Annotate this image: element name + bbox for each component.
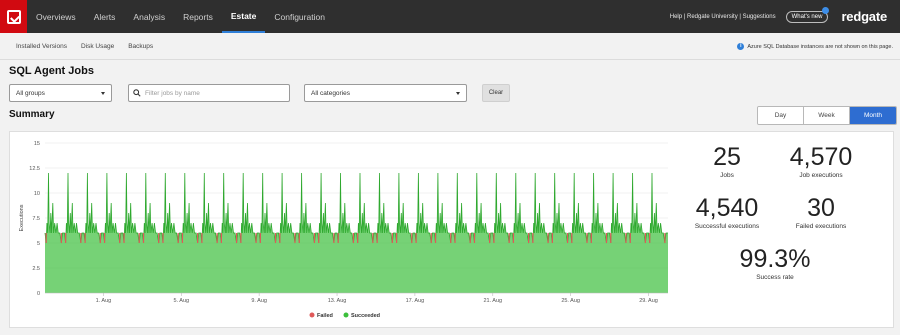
group-select-value: All groups bbox=[16, 89, 45, 97]
job-search-input[interactable] bbox=[145, 89, 285, 97]
y-tick-label: 5 bbox=[37, 241, 40, 247]
whats-new-button[interactable]: What's new bbox=[785, 6, 830, 23]
x-tick-label: 13. Aug bbox=[328, 298, 347, 304]
group-select[interactable]: All groups bbox=[9, 84, 112, 102]
nav-estate[interactable]: Estate bbox=[221, 0, 266, 33]
y-tick-label: 12.5 bbox=[29, 166, 40, 172]
nav-configuration[interactable]: Configuration bbox=[265, 0, 334, 33]
x-tick-label: 25. Aug bbox=[561, 298, 580, 304]
legend-succeeded-marker bbox=[343, 312, 349, 318]
monitor-icon bbox=[6, 9, 21, 24]
nav-alerts[interactable]: Alerts bbox=[85, 0, 125, 33]
stat-jobs-value: 25 bbox=[713, 143, 741, 171]
stat-failed-value: 30 bbox=[807, 194, 835, 222]
x-tick-label: 29. Aug bbox=[639, 298, 658, 304]
range-week-button[interactable]: Week bbox=[804, 107, 850, 124]
top-navigation-bar: Overviews Alerts Analysis Reports Estate… bbox=[0, 0, 900, 33]
stat-failed: 30 Failed executions bbox=[771, 194, 871, 231]
chevron-down-icon bbox=[101, 92, 105, 95]
category-select-value: All categories bbox=[311, 89, 351, 97]
x-tick-label: 21. Aug bbox=[483, 298, 502, 304]
x-tick-label: 9. Aug bbox=[251, 298, 267, 304]
legend-failed-label: Failed bbox=[317, 313, 333, 319]
search-icon bbox=[133, 89, 141, 97]
subnav-backups[interactable]: Backups bbox=[121, 33, 160, 60]
stat-successful: 4,540 Successful executions bbox=[677, 194, 777, 231]
category-select[interactable]: All categories bbox=[304, 84, 467, 102]
help-links[interactable]: Help | Redgate University | Suggestions bbox=[670, 14, 776, 20]
redgate-brand-logo: redgate bbox=[841, 9, 887, 24]
azure-notice-text: Azure SQL Database instances are not sho… bbox=[747, 43, 893, 50]
subnav-disk-usage[interactable]: Disk Usage bbox=[74, 33, 121, 60]
whats-new-label: What's new bbox=[791, 13, 823, 20]
stat-success-rate: 99.3% Success rate bbox=[725, 245, 825, 282]
range-day-button[interactable]: Day bbox=[758, 107, 804, 124]
time-range-toggle: Day Week Month bbox=[757, 106, 897, 125]
stat-successful-value: 4,540 bbox=[695, 194, 759, 222]
azure-notice: i Azure SQL Database instances are not s… bbox=[737, 43, 893, 50]
legend-succeeded-label: Succeeded bbox=[351, 313, 380, 319]
summary-panel: 0 2.5 5 7.5 10 12.5 15 Executions 1. Aug 5. Aug 9.… bbox=[9, 131, 894, 328]
y-tick-label: 10 bbox=[34, 191, 40, 197]
nav-analysis[interactable]: Analysis bbox=[124, 0, 174, 33]
y-axis-label: Executions bbox=[19, 204, 25, 231]
header-right: Help | Redgate University | Suggestions … bbox=[670, 0, 900, 33]
stat-successful-label: Successful executions bbox=[694, 223, 760, 230]
y-tick-label: 15 bbox=[34, 141, 40, 147]
x-tick-label: 5. Aug bbox=[173, 298, 189, 304]
page-title: SQL Agent Jobs bbox=[9, 65, 94, 77]
executions-chart: 0 2.5 5 7.5 10 12.5 15 Executions 1. Aug 5. Aug 9.… bbox=[19, 141, 668, 319]
range-month-button[interactable]: Month bbox=[850, 107, 896, 124]
nav-reports[interactable]: Reports bbox=[174, 0, 222, 33]
stat-executions-label: Job executions bbox=[799, 172, 843, 179]
nav-overviews[interactable]: Overviews bbox=[27, 0, 85, 33]
stat-rate-label: Success rate bbox=[756, 274, 794, 281]
redgate-monitor-logo[interactable] bbox=[0, 0, 27, 33]
job-search bbox=[128, 84, 290, 102]
y-tick-label: 2.5 bbox=[32, 266, 40, 272]
stat-executions-value: 4,570 bbox=[789, 143, 853, 171]
stat-jobs-label: Jobs bbox=[720, 172, 734, 179]
clear-button[interactable]: Clear bbox=[482, 84, 510, 102]
stat-executions: 4,570 Job executions bbox=[771, 143, 871, 180]
notification-dot-icon bbox=[822, 6, 830, 14]
info-icon: i bbox=[737, 43, 745, 50]
y-tick-label: 7.5 bbox=[32, 216, 40, 222]
sub-navigation: Installed Versions Disk Usage Backups i … bbox=[0, 33, 900, 60]
chevron-down-icon bbox=[456, 92, 460, 95]
stat-jobs: 25 Jobs bbox=[677, 143, 777, 180]
subnav-installed-versions[interactable]: Installed Versions bbox=[9, 33, 74, 60]
stat-failed-label: Failed executions bbox=[795, 223, 847, 230]
x-tick-label: 1. Aug bbox=[96, 298, 112, 304]
summary-title: Summary bbox=[9, 109, 55, 120]
main-nav: Overviews Alerts Analysis Reports Estate… bbox=[27, 0, 334, 33]
x-tick-label: 17. Aug bbox=[406, 298, 425, 304]
legend-failed-marker bbox=[309, 312, 315, 318]
stat-rate-value: 99.3% bbox=[739, 245, 811, 273]
summary-stats: 25 Jobs 4,570 Job executions 4,540 Succe… bbox=[690, 132, 895, 329]
y-tick-label: 0 bbox=[37, 291, 40, 297]
